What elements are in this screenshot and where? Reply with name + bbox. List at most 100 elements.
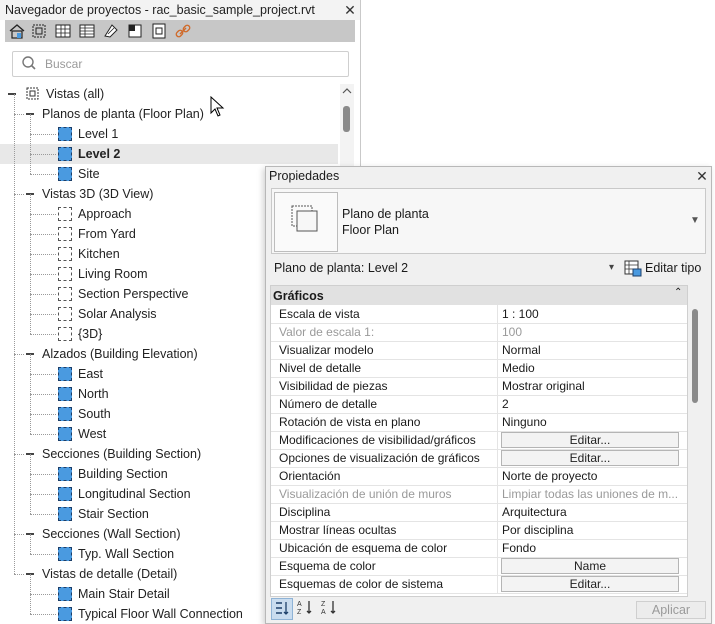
view-3d-icon (58, 227, 72, 241)
tree-connector (14, 194, 24, 195)
search-placeholder: Buscar (45, 57, 83, 71)
tree-connector (30, 494, 56, 495)
property-row[interactable]: Esquema de color Name (271, 557, 687, 576)
sheet-icon[interactable] (102, 22, 120, 40)
property-edit-button[interactable]: Editar... (501, 576, 679, 592)
close-icon[interactable]: ✕ (695, 169, 709, 183)
zoom-extents-icon[interactable] (30, 22, 48, 40)
collapse-icon[interactable]: ⌃ (674, 287, 682, 298)
tree-connector (30, 354, 31, 434)
sort-categorized-icon[interactable] (271, 598, 293, 620)
property-value[interactable]: Arquitectura (502, 505, 682, 519)
property-row[interactable]: Modificaciones de visibilidad/gráficos Ed… (271, 431, 687, 450)
tree-connector (30, 394, 56, 395)
copy-icon[interactable] (150, 22, 168, 40)
tree-group[interactable]: Planos de planta (Floor Plan) (0, 104, 338, 124)
property-row[interactable]: Mostrar líneas ocultas Por disciplina (271, 521, 687, 540)
view-icon[interactable] (126, 22, 144, 40)
tree-connector (30, 514, 56, 515)
chevron-down-icon[interactable]: ▼ (690, 215, 700, 226)
property-edit-button[interactable]: Editar... (501, 450, 679, 466)
properties-scroll-thumb[interactable] (692, 309, 698, 403)
tree-item-label: Planos de planta (Floor Plan) (42, 107, 204, 121)
sort-descending-icon[interactable]: ZA (319, 598, 339, 618)
property-row[interactable]: Rotación de vista en plano Ninguno (271, 413, 687, 432)
view-3d-icon (58, 207, 72, 221)
column-divider (497, 485, 498, 503)
property-value[interactable]: 1 : 100 (502, 307, 682, 321)
edit-type-button[interactable]: Editar tipo (622, 259, 706, 279)
property-value[interactable]: Ninguno (502, 415, 682, 429)
property-name: Visualización de unión de muros (279, 487, 452, 501)
property-row[interactable]: Orientación Norte de proyecto (271, 467, 687, 486)
tree-connector (30, 314, 56, 315)
tree-item[interactable]: Level 1 (0, 124, 338, 144)
tree-item-label: Living Room (78, 267, 148, 281)
tree-connector (14, 454, 24, 455)
property-name: Mostrar líneas ocultas (279, 523, 397, 537)
property-value[interactable]: Medio (502, 361, 682, 375)
view-blue-icon (58, 547, 72, 561)
tree-connector (14, 94, 15, 574)
property-row[interactable]: Esquemas de color de sistema Editar... (271, 575, 687, 594)
tree-scroll-thumb[interactable] (343, 106, 350, 132)
scroll-up-icon[interactable] (342, 87, 352, 95)
tree-item-label: Building Section (78, 467, 168, 481)
grid-icon[interactable] (54, 22, 72, 40)
property-value[interactable]: Norte de proyecto (502, 469, 682, 483)
tree-item[interactable]: Level 2 (0, 144, 338, 164)
sort-ascending-icon[interactable]: AZ (295, 598, 315, 618)
property-row[interactable]: Visualizar modelo Normal (271, 341, 687, 360)
search-input[interactable]: Buscar (12, 51, 349, 77)
property-row[interactable]: Ubicación de esquema de color Fondo (271, 539, 687, 558)
property-row[interactable]: Visualización de unión de muros Limpiar t… (271, 485, 687, 504)
view-blue-icon (58, 407, 72, 421)
property-value[interactable]: Por disciplina (502, 523, 682, 537)
property-row[interactable]: Opciones de visualización de gráficos Edi… (271, 449, 687, 468)
tree-connector (30, 234, 56, 235)
property-name: Rotación de vista en plano (279, 415, 421, 429)
tree-item-label: Typ. Wall Section (78, 547, 175, 561)
property-row[interactable]: Nivel de detalle Medio (271, 359, 687, 378)
tree-item-label: South (78, 407, 111, 421)
property-edit-button[interactable]: Name (501, 558, 679, 574)
group-header-graphics[interactable]: Gráficos ⌃ (271, 286, 687, 305)
tree-connector (30, 614, 56, 615)
tree-root-views[interactable]: Vistas (all) (0, 84, 338, 104)
property-value[interactable]: Fondo (502, 541, 682, 555)
property-value[interactable]: 2 (502, 397, 682, 411)
tree-connector (30, 174, 56, 175)
column-divider (497, 467, 498, 485)
svg-text:A: A (297, 601, 302, 608)
apply-button[interactable]: Aplicar (636, 601, 706, 619)
tree-item-label: Secciones (Wall Section) (42, 527, 181, 541)
property-edit-button[interactable]: Editar... (501, 432, 679, 448)
view-blue-icon (58, 387, 72, 401)
property-row[interactable]: Valor de escala 1: 100 (271, 323, 687, 342)
property-row[interactable]: Visibilidad de piezas Mostrar original (271, 377, 687, 396)
type-thumbnail (274, 192, 338, 252)
property-value[interactable]: Normal (502, 343, 682, 357)
property-name: Valor de escala 1: (279, 325, 375, 339)
property-row[interactable]: Número de detalle 2 (271, 395, 687, 414)
link-icon[interactable] (174, 22, 192, 40)
column-divider (497, 575, 498, 593)
properties-scrollbar[interactable] (688, 303, 702, 595)
property-value[interactable]: Mostrar original (502, 379, 682, 393)
tree-connector (30, 134, 56, 135)
property-row[interactable]: Disciplina Arquitectura (271, 503, 687, 522)
instance-filter-select[interactable]: Plano de planta: Level 2 ▾ (271, 259, 621, 279)
property-name: Orientación (279, 469, 341, 483)
property-name: Visibilidad de piezas (279, 379, 388, 393)
table-icon[interactable] (78, 22, 96, 40)
view-blue-icon (58, 127, 72, 141)
tree-item-label: West (78, 427, 107, 441)
tree-item-label: North (78, 387, 109, 401)
tree-item-label: Secciones (Building Section) (42, 447, 202, 461)
home-icon[interactable] (8, 22, 26, 40)
close-icon[interactable]: ✕ (343, 3, 357, 17)
property-row[interactable]: Escala de vista 1 : 100 (271, 305, 687, 324)
tree-item-label: Solar Analysis (78, 307, 157, 321)
tree-connector (14, 354, 24, 355)
type-selector[interactable]: Plano de planta Floor Plan ▼ (271, 188, 706, 254)
